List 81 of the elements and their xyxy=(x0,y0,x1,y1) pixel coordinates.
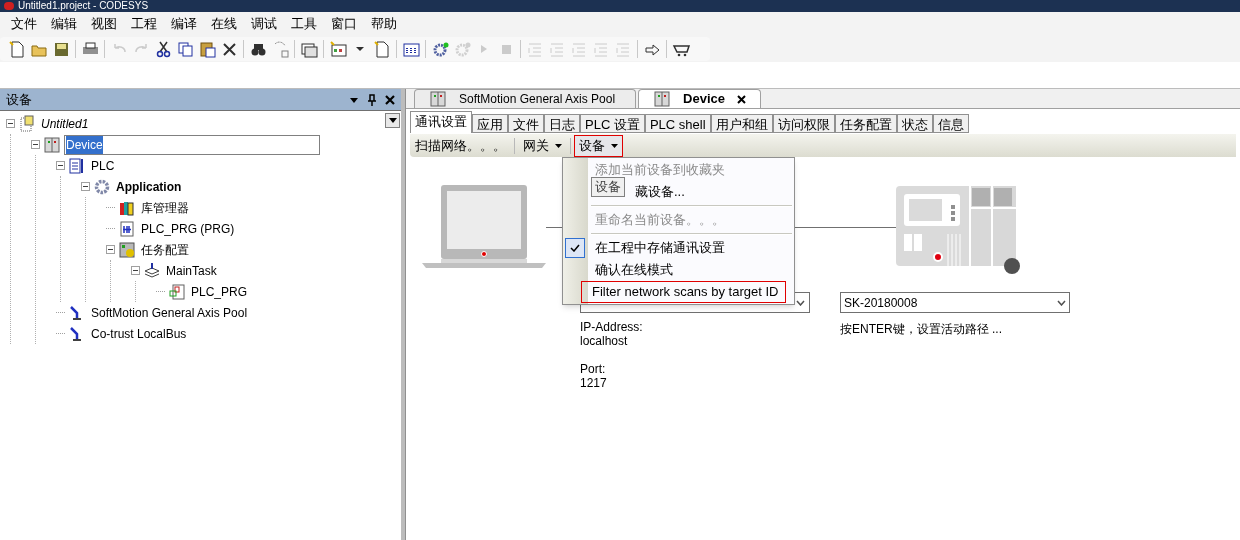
editor-tab[interactable]: Device xyxy=(638,89,761,108)
toolbar-button[interactable]: 扫描网络。。。 xyxy=(410,134,511,157)
caret-icon xyxy=(611,143,618,148)
menu-item[interactable]: 文件 xyxy=(4,14,44,34)
caret-icon xyxy=(355,46,365,52)
device-icon xyxy=(653,90,672,108)
tree-item[interactable]: PLC_PRG (PRG) xyxy=(139,219,237,238)
tree-item[interactable]: Application xyxy=(114,177,184,196)
task-config-icon xyxy=(118,240,136,259)
close-icon[interactable] xyxy=(385,94,395,105)
play-icon xyxy=(480,44,488,54)
pin-icon[interactable] xyxy=(367,93,377,106)
plc-icon xyxy=(68,156,86,175)
toolbar-button[interactable]: 网关 xyxy=(518,134,567,157)
dropdown-button[interactable] xyxy=(385,113,400,128)
detail-value: 1217 xyxy=(580,376,608,390)
menu-item[interactable]: 编译 xyxy=(164,14,204,34)
tree-item[interactable]: PLC_PRG xyxy=(189,282,250,301)
app-logo-icon xyxy=(4,2,14,10)
toolbar-button[interactable]: 设备 xyxy=(574,134,623,157)
collapse-icon[interactable] xyxy=(81,182,90,191)
menu-item[interactable]: 在工程中存储通讯设置 xyxy=(563,237,794,259)
tree-item[interactable]: Co-trust LocalBus xyxy=(89,324,189,343)
menu-item[interactable]: 藏设备... xyxy=(631,181,794,203)
tree-item[interactable]: PLC xyxy=(89,156,117,175)
settings-tab[interactable]: 访问权限 xyxy=(772,114,835,133)
settings-tab[interactable]: 日志 xyxy=(544,114,580,133)
settings-tab[interactable]: 信息 xyxy=(932,114,969,133)
gear-icon xyxy=(93,177,111,196)
add-object-button[interactable] xyxy=(327,38,349,60)
menu-item[interactable]: Filter network scans by target ID xyxy=(581,281,786,303)
settings-tab[interactable]: PLC shell xyxy=(644,114,711,133)
menu-item[interactable]: 工具 xyxy=(284,14,324,34)
settings-tab[interactable]: PLC 设置 xyxy=(580,114,645,133)
caret-icon xyxy=(388,118,397,123)
device-combobox[interactable]: SK-20180008 xyxy=(840,292,1070,313)
menu-item[interactable]: 帮助 xyxy=(364,14,404,34)
settings-tab[interactable]: 用户和组 xyxy=(710,114,773,133)
settings-tab[interactable]: 任务配置 xyxy=(834,114,897,133)
device-icon xyxy=(43,135,61,154)
tooltip: 设备 xyxy=(591,177,625,197)
window-title: Untitled1.project - CODESYS xyxy=(18,1,149,11)
detail-label: IP-Address: xyxy=(580,320,643,334)
collapse-icon[interactable] xyxy=(131,266,140,275)
tree-item[interactable]: Device xyxy=(64,134,320,155)
tree-item[interactable]: 任务配置 xyxy=(139,240,191,259)
chevron-icon xyxy=(796,299,805,306)
tree-item[interactable]: MainTask xyxy=(164,261,219,280)
editor-tab[interactable]: SoftMotion General Axis Pool xyxy=(414,89,637,108)
menu-item[interactable]: 编辑 xyxy=(44,14,84,34)
caret-icon xyxy=(555,143,562,148)
menu-item[interactable]: 确认在线模式 xyxy=(563,259,794,281)
check-icon xyxy=(565,238,585,258)
settings-tab[interactable]: 应用 xyxy=(472,114,508,133)
project-icon xyxy=(18,114,36,133)
detail-value: localhost xyxy=(580,334,629,348)
tree-item[interactable]: SoftMotion General Axis Pool xyxy=(89,303,250,322)
stack-icon xyxy=(143,261,161,280)
program-icon xyxy=(168,282,186,301)
collapse-icon[interactable] xyxy=(56,161,65,170)
close-icon[interactable] xyxy=(737,94,746,104)
menu-item[interactable]: 窗口 xyxy=(324,14,364,34)
settings-tab[interactable]: 通讯设置 xyxy=(410,111,472,133)
chevron-icon xyxy=(1057,299,1066,306)
detail-label: Port: xyxy=(580,362,607,376)
menu-item[interactable]: 工程 xyxy=(124,14,164,34)
device-icon xyxy=(429,90,447,108)
tree-item[interactable]: 库管理器 xyxy=(139,198,191,217)
collapse-icon[interactable] xyxy=(6,119,15,128)
menu-item[interactable]: 视图 xyxy=(84,14,124,34)
menu-item[interactable]: 调试 xyxy=(244,14,284,34)
collapse-icon[interactable] xyxy=(31,140,40,149)
program-icon xyxy=(118,219,136,238)
settings-tab[interactable]: 状态 xyxy=(896,114,933,133)
tree-item[interactable]: Untitled1 xyxy=(39,114,91,133)
collapse-icon[interactable] xyxy=(106,245,115,254)
stop-icon xyxy=(500,43,512,55)
hint-text: 按ENTER键，设置活动路径 ... xyxy=(840,321,1002,338)
panel-title: 设备 xyxy=(6,90,32,109)
settings-tab[interactable]: 文件 xyxy=(508,114,544,133)
menu-item[interactable]: 在线 xyxy=(204,14,244,34)
